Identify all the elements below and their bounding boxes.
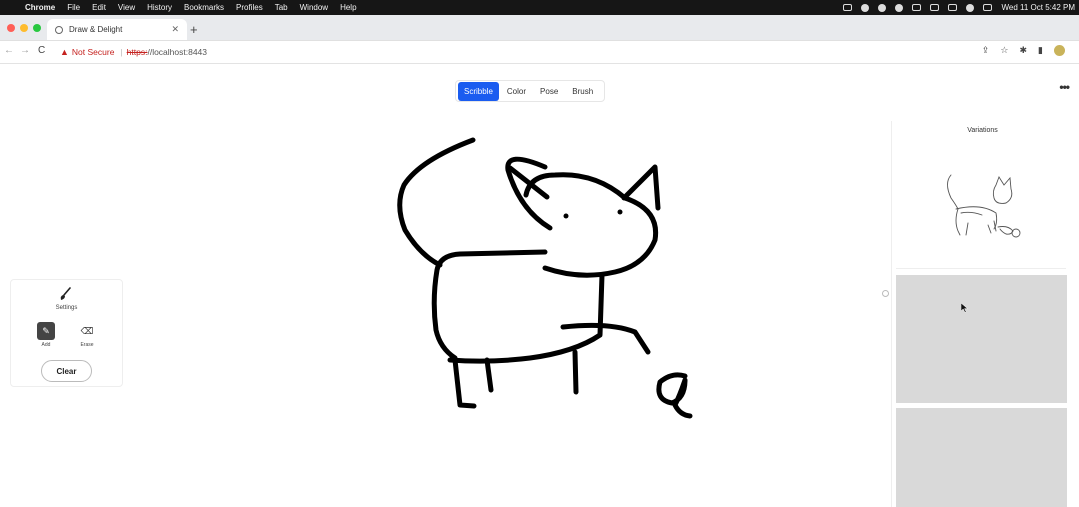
tab-scribble[interactable]: Scribble — [458, 81, 499, 101]
bluetooth-icon[interactable] — [912, 4, 922, 11]
close-tab-icon[interactable]: ✕ — [171, 24, 179, 35]
variation-placeholder[interactable] — [896, 275, 1067, 403]
control-center-icon[interactable] — [983, 4, 993, 11]
tab-pose[interactable]: Pose — [534, 82, 564, 101]
reload-icon[interactable]: C — [38, 45, 45, 56]
settings-label: Settings — [55, 305, 78, 311]
search-icon[interactable] — [966, 3, 975, 12]
menu-view[interactable]: View — [118, 3, 135, 12]
macos-menu-bar: Chrome File Edit View History Bookmarks … — [0, 0, 1079, 15]
battery-icon[interactable] — [930, 4, 940, 11]
extensions-icon[interactable]: ✱ — [1020, 45, 1028, 56]
menu-file[interactable]: File — [67, 3, 80, 12]
cloud-icon[interactable] — [843, 4, 853, 11]
browser-toolbar: ← → C ▲ Not Secure | https: //localhost:… — [0, 41, 1079, 64]
menu-profiles[interactable]: Profiles — [236, 3, 263, 12]
tab-draw-and-delight[interactable]: Draw & Delight ✕ — [47, 19, 187, 40]
status-area: Wed 11 Oct 5:42 PM — [843, 0, 1075, 15]
address-separator: | — [120, 47, 123, 57]
scribble-eye — [617, 209, 623, 215]
menu-history[interactable]: History — [147, 3, 172, 12]
menu-bookmarks[interactable]: Bookmarks — [184, 3, 224, 12]
menu-help[interactable]: Help — [340, 3, 356, 12]
tab-title: Draw & Delight — [69, 25, 123, 34]
bookmark-star-icon[interactable]: ☆ — [1000, 45, 1008, 56]
fullscreen-window-button[interactable] — [33, 24, 41, 32]
profile-avatar[interactable] — [1054, 45, 1065, 56]
url-text: //localhost:8443 — [147, 47, 208, 57]
variations-panel: Variations — [891, 121, 1073, 507]
scribble-eye — [563, 213, 569, 219]
clock[interactable]: Wed 11 Oct 5:42 PM — [1001, 3, 1075, 12]
scribble-stroke — [397, 137, 476, 268]
url-scheme: https: — [126, 47, 148, 57]
eraser-icon: ⌫ — [80, 325, 94, 336]
close-window-button[interactable] — [7, 24, 15, 32]
wifi-icon[interactable] — [948, 4, 958, 11]
scribble-stroke — [656, 372, 693, 419]
resize-handle[interactable] — [882, 290, 889, 297]
globe-icon — [55, 25, 63, 34]
tools-panel: Settings ✎ ⌫ Add Erase Clear — [10, 279, 123, 387]
tab-strip: Draw & Delight ✕ + — [0, 15, 1079, 41]
tab-color[interactable]: Color — [501, 82, 532, 101]
window-controls — [7, 24, 41, 32]
magic-pen-icon: ✎ — [42, 325, 50, 336]
mouse-cursor-icon — [961, 303, 969, 313]
scribble-stroke — [447, 272, 605, 364]
shield-status-icon[interactable] — [895, 3, 904, 12]
brush-icon[interactable] — [59, 287, 73, 301]
add-label: Add — [41, 342, 51, 348]
variation-card[interactable] — [896, 143, 1066, 269]
toolbar-actions: ⇪ ☆ ✱ ▮ — [982, 45, 1065, 56]
generated-cat-image — [947, 174, 1021, 238]
security-label[interactable]: Not Secure — [72, 47, 115, 57]
forward-icon[interactable]: → — [20, 45, 30, 56]
add-tool-button[interactable]: ✎ — [37, 322, 55, 340]
erase-tool-button[interactable]: ⌫ — [78, 322, 96, 340]
scribble-stroke — [452, 357, 477, 409]
erase-label: Erase — [80, 342, 94, 348]
extension-status-icon[interactable] — [878, 3, 887, 12]
scribble-stroke — [484, 357, 494, 393]
minimize-window-button[interactable] — [20, 24, 28, 32]
scribble-stroke — [431, 249, 548, 361]
menu-edit[interactable]: Edit — [92, 3, 106, 12]
scribble-stroke — [572, 349, 579, 395]
menu-tab[interactable]: Tab — [275, 3, 288, 12]
mode-tabs: Scribble Color Pose Brush — [455, 80, 605, 102]
menu-app-name[interactable]: Chrome — [25, 3, 55, 12]
variations-title: Variations — [967, 127, 998, 134]
warning-icon: ▲ — [60, 47, 69, 57]
variation-placeholder[interactable] — [896, 408, 1067, 507]
more-options-icon[interactable]: ••• — [1059, 80, 1070, 94]
tab-brush[interactable]: Brush — [566, 82, 599, 101]
share-icon[interactable]: ⇪ — [982, 45, 990, 56]
back-icon[interactable]: ← — [4, 45, 14, 56]
clear-button[interactable]: Clear — [41, 360, 92, 382]
drawing-canvas[interactable] — [380, 120, 720, 430]
new-tab-icon[interactable]: + — [190, 22, 198, 37]
side-panel-icon[interactable]: ▮ — [1038, 45, 1043, 56]
menu-window[interactable]: Window — [300, 3, 328, 12]
address-bar[interactable]: ▲ Not Secure | https: //localhost:8443 — [60, 44, 207, 60]
app-status-icon[interactable] — [861, 3, 870, 12]
